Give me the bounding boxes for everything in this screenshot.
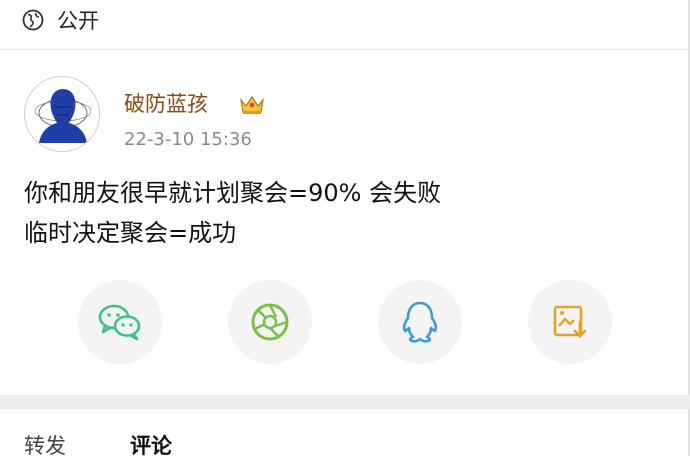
post-text-line: 你和朋友很早就计划聚会=90% 会失败 bbox=[24, 179, 442, 207]
avatar[interactable] bbox=[24, 76, 100, 152]
visibility-bar: 公开 bbox=[0, 0, 690, 48]
share-qq-button[interactable] bbox=[378, 280, 462, 364]
avatar-image bbox=[34, 89, 92, 143]
image-download-icon bbox=[553, 305, 587, 338]
post-timestamp: 22-3-10 15:36 bbox=[124, 129, 252, 150]
tab-comment[interactable]: 评论 bbox=[130, 432, 172, 456]
globe-icon bbox=[22, 9, 44, 31]
share-moments-button[interactable] bbox=[228, 280, 312, 364]
wechat-icon bbox=[98, 304, 141, 341]
save-image-button[interactable] bbox=[528, 280, 612, 364]
penguin-icon bbox=[402, 301, 438, 343]
visibility-label: 公开 bbox=[57, 9, 99, 33]
post-text-line: 临时决定聚会=成功 bbox=[24, 219, 237, 247]
share-wechat-button[interactable] bbox=[78, 280, 162, 364]
author-name[interactable]: 破防蓝孩 bbox=[124, 90, 208, 118]
crown-icon bbox=[240, 95, 264, 114]
section-separator bbox=[0, 395, 690, 409]
tab-repost[interactable]: 转发 bbox=[24, 432, 66, 456]
aperture-icon bbox=[251, 303, 289, 341]
divider bbox=[0, 49, 690, 50]
